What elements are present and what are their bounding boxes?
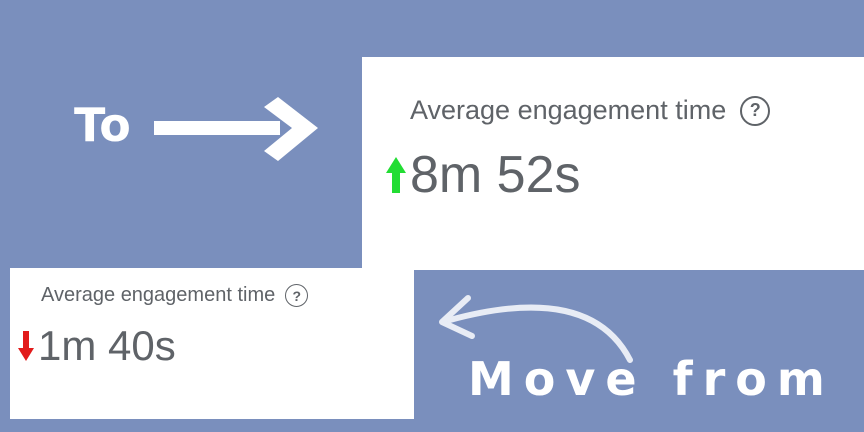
- caption-move-from: Move from: [468, 352, 835, 406]
- help-icon[interactable]: ?: [740, 95, 771, 126]
- metric-label: Average engagement time ?: [41, 284, 309, 307]
- caption-to: To: [74, 98, 131, 152]
- trend-up-icon: [386, 157, 406, 193]
- metric-value: 8m 52s: [386, 145, 581, 205]
- help-icon[interactable]: ?: [285, 284, 309, 307]
- metric-label-text: Average engagement time: [41, 284, 276, 306]
- metric-value-text: 8m 52s: [410, 146, 581, 204]
- metric-value: 1m 40s: [18, 322, 176, 370]
- right-arrow-icon: [154, 97, 318, 161]
- metric-card-after: Average engagement time ? 8m 52s: [362, 57, 864, 270]
- metric-value-text: 1m 40s: [38, 322, 176, 369]
- metric-label: Average engagement time ?: [410, 95, 771, 126]
- metric-card-before: Average engagement time ? 1m 40s: [10, 268, 414, 419]
- metric-label-text: Average engagement time: [410, 95, 727, 125]
- trend-down-icon: [18, 331, 34, 361]
